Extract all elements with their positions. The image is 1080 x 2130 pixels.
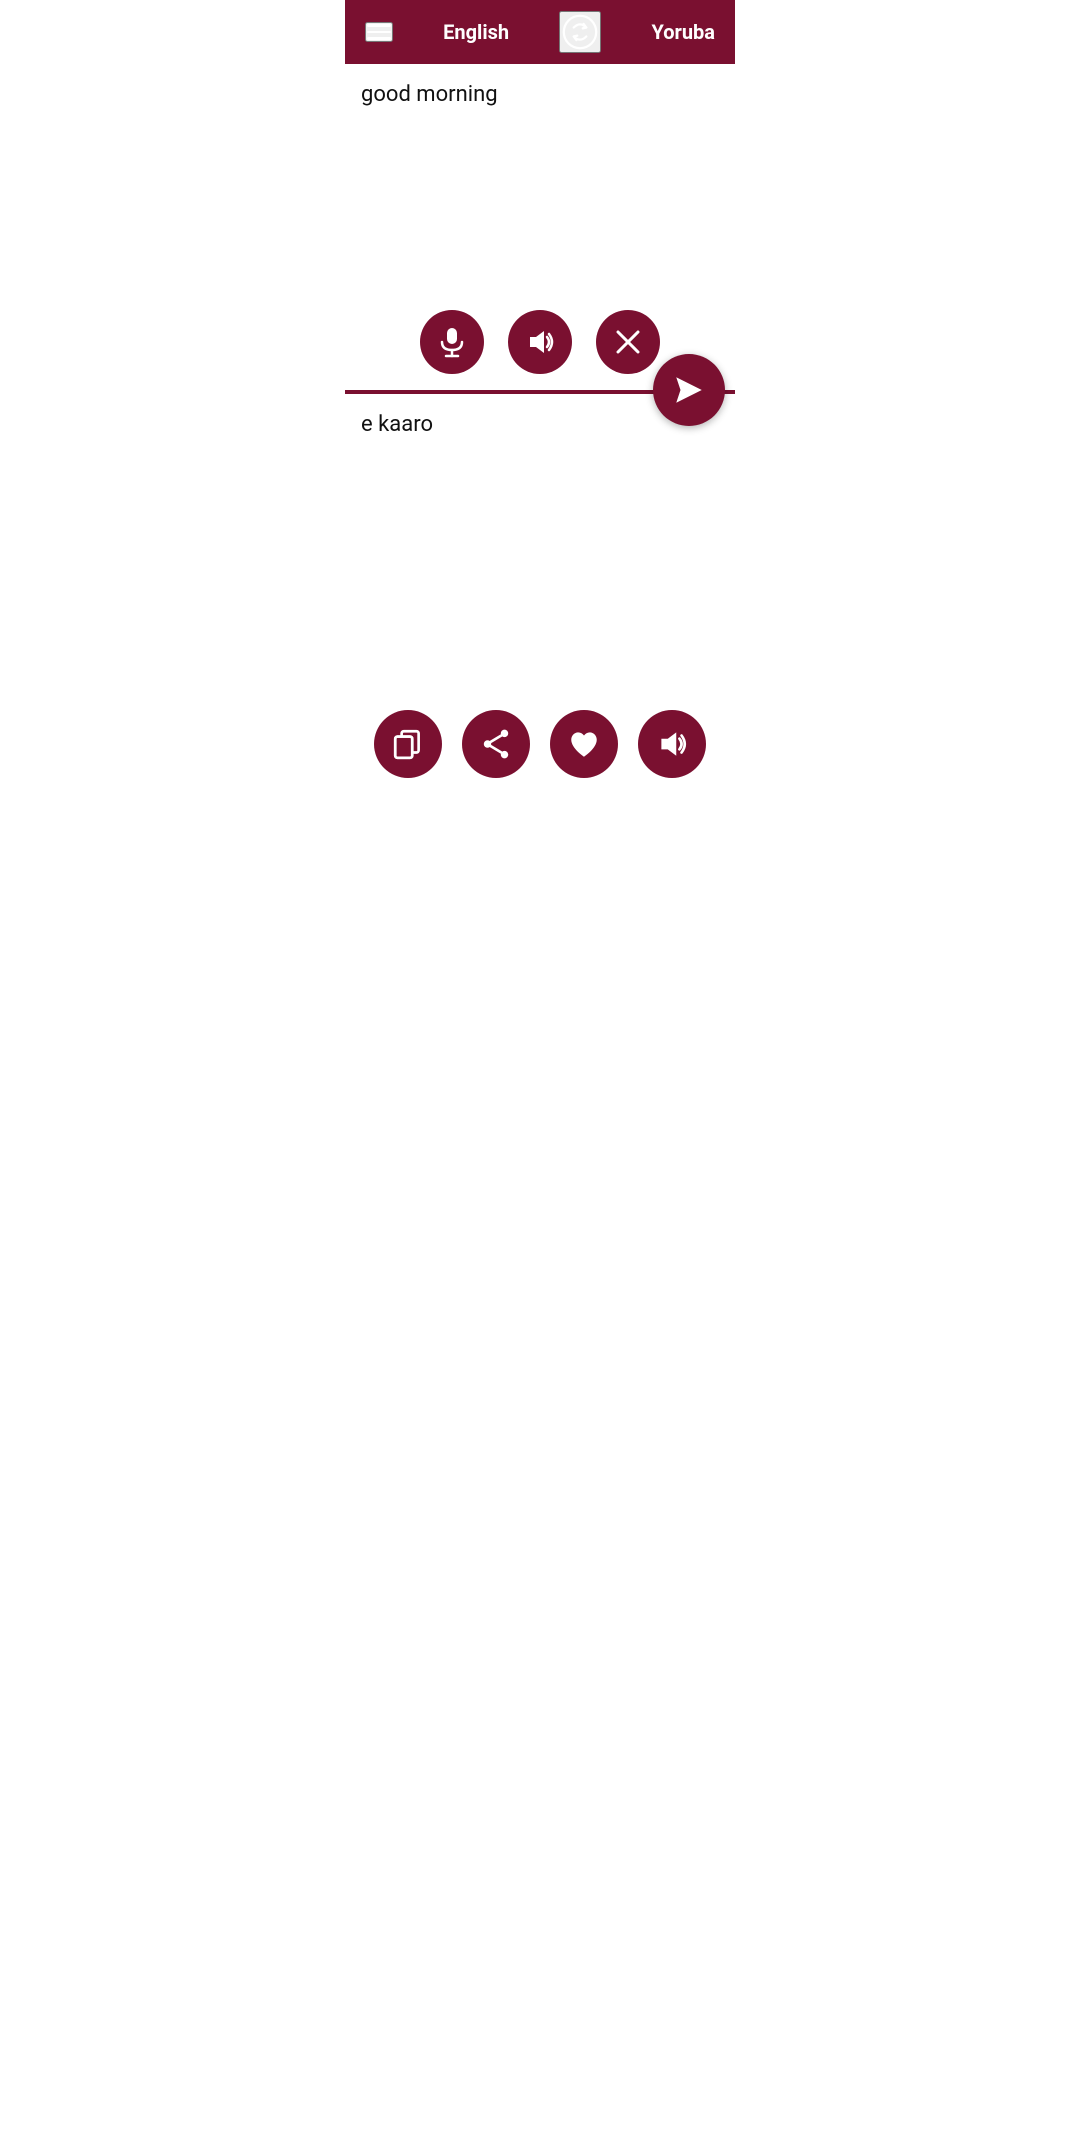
- share-button[interactable]: [462, 710, 530, 778]
- translate-button[interactable]: [653, 354, 725, 426]
- target-language-label: Yoruba: [651, 20, 715, 44]
- speaker-icon: [524, 326, 556, 358]
- input-speaker-button[interactable]: [508, 310, 572, 374]
- microphone-icon: [436, 326, 468, 358]
- send-icon: [672, 373, 706, 407]
- app-header: English Yoruba: [345, 0, 735, 64]
- clear-button[interactable]: [596, 310, 660, 374]
- share-icon: [479, 727, 513, 761]
- clear-icon: [612, 326, 644, 358]
- output-action-bar: [345, 710, 735, 778]
- output-section: e kaaro: [345, 394, 735, 794]
- input-section: good morning: [345, 64, 735, 394]
- menu-button[interactable]: [365, 22, 393, 42]
- swap-languages-button[interactable]: [559, 11, 601, 53]
- copy-button[interactable]: [374, 710, 442, 778]
- favorite-button[interactable]: [550, 710, 618, 778]
- heart-icon: [567, 727, 601, 761]
- source-language-label: English: [443, 20, 509, 44]
- output-speaker-button[interactable]: [638, 710, 706, 778]
- microphone-button[interactable]: [420, 310, 484, 374]
- input-text: good morning: [361, 80, 719, 111]
- output-speaker-icon: [655, 727, 689, 761]
- copy-icon: [391, 727, 425, 761]
